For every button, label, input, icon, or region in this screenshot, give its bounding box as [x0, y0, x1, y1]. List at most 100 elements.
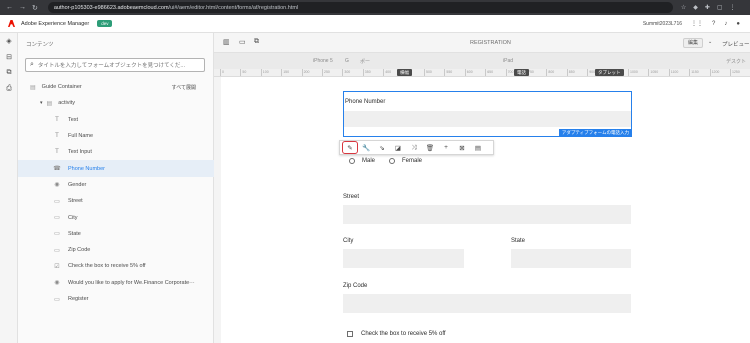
- tree-item-label: Would you like to apply for We.Finance C…: [68, 279, 195, 286]
- ruler-tick-label: 200: [303, 70, 310, 74]
- mode-select[interactable]: 編集: [683, 38, 704, 48]
- gender-female-option[interactable]: Female: [389, 158, 422, 164]
- components-icon[interactable]: ⧉: [0, 65, 18, 81]
- menu-icon[interactable]: ⋮: [730, 4, 736, 11]
- extension-icon[interactable]: ◆: [693, 4, 698, 11]
- emulator-icon[interactable]: ⧉: [254, 38, 259, 46]
- ruler-tick-mark: [566, 69, 568, 76]
- container-icon: ▤: [30, 84, 36, 91]
- page-info-icon[interactable]: ▭: [239, 38, 246, 46]
- tree-root[interactable]: ▤ Guide Container すべて展開: [18, 79, 214, 95]
- gender-male-option[interactable]: Male: [349, 158, 375, 164]
- address-bar[interactable]: author-p105303-e986623.adobeaemcloud.com…: [47, 2, 673, 13]
- component-type-icon: T: [55, 116, 59, 123]
- back-icon[interactable]: ←: [6, 4, 13, 12]
- layers-icon[interactable]: ◈: [0, 33, 18, 49]
- ruler-tick-label: 600: [466, 70, 473, 74]
- tree-item[interactable]: ◉ Would you like to apply for We.Finance …: [18, 275, 214, 291]
- tree-item[interactable]: ▭ Zip Code: [18, 242, 214, 258]
- copy-icon[interactable]: ◪: [390, 141, 406, 154]
- puzzle-icon[interactable]: ✚: [705, 4, 710, 11]
- layout-icon[interactable]: ▤: [470, 141, 486, 154]
- checkbox[interactable]: [347, 331, 353, 337]
- assets-icon[interactable]: ⊟: [0, 49, 18, 65]
- tree-item[interactable]: ☑ Check the box to receive 5% off: [18, 258, 214, 274]
- preview-button[interactable]: プレビュー: [722, 40, 750, 48]
- device-g[interactable]: G: [345, 58, 349, 64]
- grid-icon[interactable]: ⋮⋮: [691, 20, 703, 27]
- radio-circle[interactable]: [389, 158, 395, 164]
- side-panel-toggle-icon[interactable]: ▥: [223, 38, 230, 46]
- window-icon[interactable]: ▢: [717, 4, 723, 11]
- ruler-tick-mark: [383, 69, 385, 76]
- ruler-tick-label: 850: [568, 70, 575, 74]
- ruler-tick-label: 250: [324, 70, 330, 74]
- tree-item[interactable]: ▭ Register: [18, 291, 214, 307]
- street-label: Street: [343, 194, 360, 200]
- help-icon[interactable]: ?: [712, 21, 715, 27]
- ruler-tick-label: 1200: [711, 70, 720, 74]
- expand-all-button[interactable]: すべて展開: [172, 84, 196, 91]
- component-type-badge: アダプティブフォームの電話入力: [558, 129, 632, 137]
- rules-icon[interactable]: ⇘: [374, 141, 390, 154]
- insert-icon[interactable]: +: [438, 141, 454, 154]
- tree-item[interactable]: ◉ Gender: [18, 177, 214, 193]
- replace-icon[interactable]: ⊠: [454, 141, 470, 154]
- tree-item[interactable]: T Full Name: [18, 128, 214, 144]
- tree-item[interactable]: ▭ City: [18, 209, 214, 225]
- left-rail: ◈ ⊟ ⧉ ⎙: [0, 33, 18, 343]
- user-icon[interactable]: ●: [736, 21, 740, 27]
- ruler-tick-mark: [322, 69, 323, 76]
- content-panel: コンテンツ ⌕ タイトルを入力してフォームオブジェクトを見つけてくだ... ▤ …: [18, 33, 214, 343]
- device-ipad[interactable]: iPad: [503, 58, 513, 64]
- search-input[interactable]: ⌕ タイトルを入力してフォームオブジェクトを見つけてくだ...: [25, 58, 205, 72]
- phone-number-input[interactable]: [344, 111, 631, 127]
- zip-code-input[interactable]: [343, 294, 631, 313]
- tree-item[interactable]: ▭ Street: [18, 193, 214, 209]
- bell-icon[interactable]: ♪: [724, 21, 727, 27]
- ruler-tick-label: 1250: [732, 70, 740, 74]
- reload-icon[interactable]: ↻: [32, 4, 38, 12]
- forward-icon[interactable]: →: [19, 4, 26, 12]
- tree-item-label: Check the box to receive 5% off: [68, 263, 146, 270]
- ruler-tick-mark: [220, 69, 221, 76]
- page-title: REGISTRATION: [470, 40, 511, 46]
- ruler-tick-mark: [281, 69, 283, 76]
- device-iphone5[interactable]: iPhone 5: [313, 58, 333, 64]
- tree-item[interactable]: ▭ State: [18, 226, 214, 242]
- radio-circle[interactable]: [349, 158, 355, 164]
- chevron-down-icon[interactable]: ▾: [40, 100, 43, 106]
- tree-item[interactable]: T Text Input: [18, 144, 214, 160]
- search-placeholder: タイトルを入力してフォームオブジェクトを見つけてくだ...: [37, 63, 186, 69]
- user-name[interactable]: Summit2023L716: [643, 21, 682, 27]
- state-input[interactable]: [511, 249, 631, 268]
- delete-icon[interactable]: 🗑: [422, 141, 438, 154]
- device-emulator-bar: iPhone 5 G ポー iPad デスクト 横幅 電話 タブレット: [214, 53, 750, 76]
- tree-item-label: Full Name: [68, 133, 94, 140]
- chevron-down-icon[interactable]: ⌄: [708, 39, 712, 45]
- configure-icon[interactable]: 🔧: [358, 141, 374, 154]
- cut-icon[interactable]: ⤨: [406, 141, 422, 154]
- tree-item-label: Street: [68, 198, 83, 205]
- ruler-tick-label: 0: [222, 70, 224, 74]
- ruler-tick-mark: [342, 69, 344, 76]
- phone-number-component[interactable]: Phone Number アダプティブフォームの電話入力: [343, 91, 632, 137]
- edit-icon[interactable]: ✎: [342, 141, 358, 154]
- device-desktop[interactable]: デスクト: [726, 58, 746, 65]
- zip-code-label: Zip Code: [343, 283, 368, 289]
- tree-folder[interactable]: ▾ ▤ activity: [18, 95, 214, 111]
- ruler-tick-label: 800: [548, 70, 555, 74]
- bookmark-star-icon[interactable]: ☆: [681, 4, 686, 11]
- tree-item[interactable]: T Text: [18, 112, 214, 128]
- city-input[interactable]: [343, 249, 464, 268]
- data-source-icon[interactable]: ⎙: [0, 81, 18, 97]
- tree-folder-label: activity: [58, 100, 75, 107]
- device-portrait[interactable]: ポー: [360, 58, 370, 65]
- component-type-icon: ◉: [54, 280, 60, 287]
- radio-label: Male: [362, 158, 376, 164]
- product-title[interactable]: Adobe Experience Manager: [21, 21, 89, 27]
- street-input[interactable]: [343, 205, 631, 224]
- tree-item[interactable]: ☎ Phone Number: [18, 160, 214, 177]
- discount-checkbox-row[interactable]: Check the box to receive 5% off: [347, 331, 446, 337]
- component-type-icon: ▭: [54, 215, 60, 222]
